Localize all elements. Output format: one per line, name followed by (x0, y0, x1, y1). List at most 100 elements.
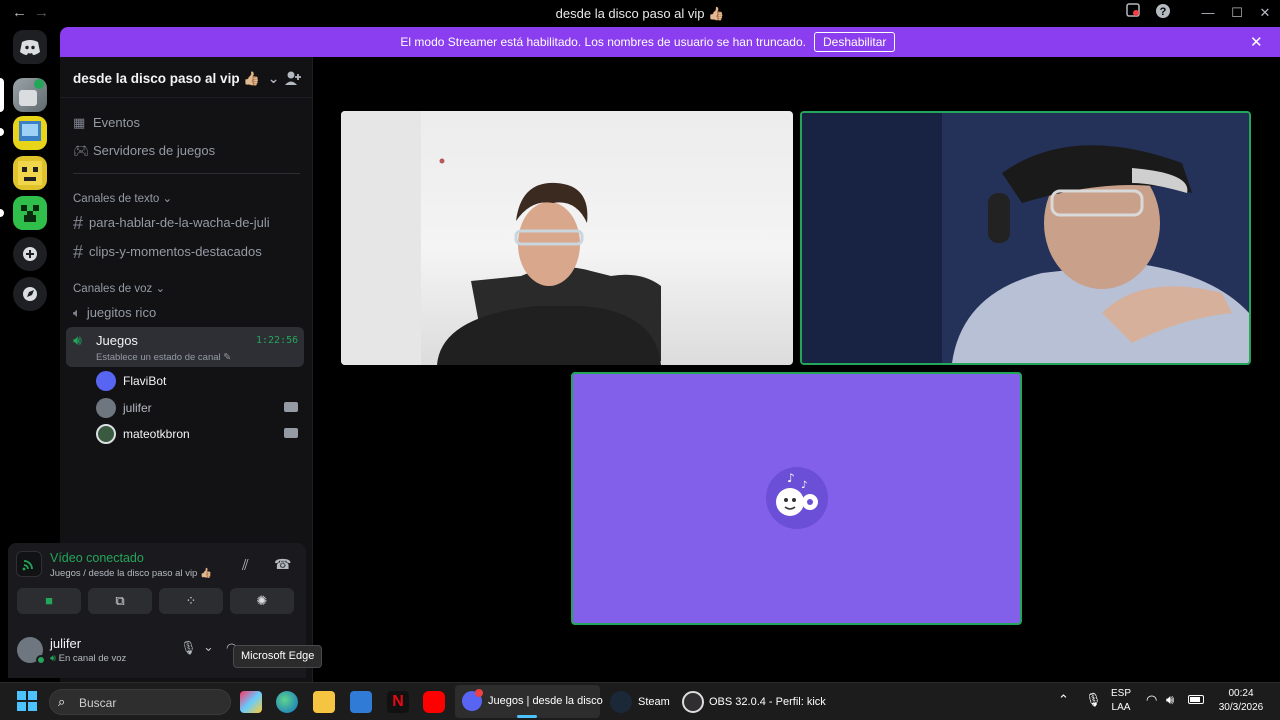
channel-label: clips-y-momentos-destacados (89, 244, 262, 259)
user-status: 🔊︎ En canal de voz (50, 653, 126, 664)
divider (73, 173, 300, 174)
disconnect-icon[interactable]: ☎︎ (274, 556, 291, 573)
voice-status[interactable]: Vídeo conectado (50, 551, 144, 565)
youtube-icon[interactable] (423, 691, 445, 713)
unread-indicator (0, 128, 4, 136)
voice-channel[interactable]: 🔈︎ juegitos rico (73, 305, 156, 321)
close-button[interactable]: ✕ (1253, 3, 1277, 23)
activities-button[interactable]: ⁘ (159, 588, 223, 614)
maximize-button[interactable]: ☐ (1225, 3, 1249, 23)
help-icon[interactable]: ? (1151, 3, 1175, 23)
game-servers-label: Servidores de juegos (93, 143, 216, 158)
hash-icon: # (73, 242, 84, 262)
unread-indicator (0, 209, 4, 217)
channel-label: para-hablar-de-la-wacha-de-juli (89, 215, 270, 230)
bot-avatar-icon: ♪ ♪ (765, 466, 829, 530)
obs-icon[interactable] (682, 691, 704, 713)
server-name[interactable]: desde la disco paso al vip 👍🏼 ⌄ (73, 71, 279, 87)
invite-icon[interactable] (284, 69, 302, 92)
text-channel[interactable]: # para-hablar-de-la-wacha-de-juli (73, 213, 270, 234)
chevron-down-icon[interactable]: ⌄ (203, 639, 214, 655)
soundboard-button[interactable]: ✺ (230, 588, 294, 614)
steam-icon[interactable] (610, 691, 632, 713)
bot-tile[interactable]: ♪ ♪ (571, 372, 1022, 625)
text-channel[interactable]: # clips-y-momentos-destacados (73, 242, 262, 263)
server-icon-creeper[interactable] (13, 196, 47, 230)
window-title: desde la disco paso al vip 👍🏼 (555, 6, 725, 21)
speaker-icon: 🔊︎ (50, 653, 56, 664)
edge-icon[interactable] (276, 691, 298, 713)
screen-share-button[interactable]: ⧉ (88, 588, 152, 614)
member-name: julifer (123, 401, 152, 415)
calendar-icon: ▦ (73, 115, 86, 130)
inbox-icon[interactable] (1121, 3, 1145, 23)
battery-icon[interactable] (1188, 695, 1204, 704)
gamepad-icon: 🎮︎ (73, 143, 90, 158)
active-indicator (517, 715, 537, 718)
video-tile-speaking[interactable] (800, 111, 1251, 365)
search-icon: ⌕ (58, 694, 66, 709)
game-servers-item[interactable]: 🎮︎ Servidores de juegos (73, 143, 215, 159)
camera-icon (284, 428, 298, 438)
signal-icon[interactable] (16, 551, 42, 577)
clock[interactable]: 00:24 30/3/2026 (1212, 687, 1270, 715)
chevron-up-icon[interactable]: ⌃ (1058, 692, 1069, 708)
avatar (96, 371, 116, 391)
chevron-down-icon: ⌄ (155, 283, 166, 295)
active-server-indicator (0, 78, 4, 112)
search-placeholder: Buscar (79, 696, 117, 710)
camera-button[interactable]: ■ (17, 588, 81, 614)
member-name: FlaviBot (123, 374, 167, 388)
obs-task-label[interactable]: OBS 32.0.4 - Perfil: kick (709, 691, 826, 713)
discord-home-icon[interactable] (13, 30, 47, 64)
set-status-link[interactable]: Establece un estado de canal ✎ (96, 352, 231, 363)
channel-label: juegitos rico (86, 305, 157, 320)
language-indicator[interactable]: ESP LAA (1111, 687, 1131, 715)
voice-member[interactable]: mateotkbron (96, 423, 300, 445)
copilot-icon[interactable] (240, 691, 262, 713)
user-name: julifer (50, 636, 82, 651)
online-status-badge (36, 655, 46, 665)
server-name-label: desde la disco paso al vip 👍🏼 (73, 71, 261, 86)
netflix-icon[interactable]: N (387, 691, 409, 713)
volume-icon[interactable]: 🔊︎ (1166, 692, 1174, 708)
voice-location[interactable]: Juegos / desde la disco paso al vip 👍🏼 (50, 568, 212, 579)
taskbar: ⌕ Buscar N Juegos | desde la disco Steam… (0, 682, 1280, 720)
store-icon[interactable] (350, 691, 372, 713)
disable-streamer-button[interactable]: Deshabilitar (814, 32, 896, 52)
wifi-icon[interactable]: ◠ (1146, 692, 1157, 708)
chevron-down-icon: ⌄ (162, 193, 173, 205)
noise-suppression-icon[interactable]: ⫽ (242, 557, 249, 574)
language-label: ESP (1111, 688, 1132, 699)
avatar (96, 424, 116, 444)
minimize-button[interactable]: — (1196, 3, 1220, 23)
time-label: 00:24 (1228, 688, 1254, 699)
voice-category[interactable]: Canales de voz ⌄ (73, 281, 165, 295)
file-explorer-icon[interactable] (313, 691, 335, 713)
member-name: mateotkbron (123, 427, 190, 441)
discord-task-item[interactable]: Juegos | desde la disco (455, 685, 603, 718)
add-server-icon[interactable] (13, 237, 47, 271)
svg-text:♪: ♪ (801, 480, 807, 491)
search-input[interactable]: ⌕ Buscar (49, 689, 231, 715)
windows-start-icon[interactable] (16, 690, 38, 712)
voice-category-label: Canales de voz (73, 283, 153, 295)
discover-icon[interactable] (13, 277, 47, 311)
events-item[interactable]: ▦ Eventos (73, 115, 140, 131)
voice-member[interactable]: julifer (96, 397, 300, 419)
avatar (96, 398, 116, 418)
video-tile[interactable] (341, 111, 793, 365)
server-icon-current[interactable] (13, 78, 47, 112)
steam-task-label[interactable]: Steam (638, 691, 670, 713)
server-icon-face[interactable] (13, 156, 47, 190)
microphone-icon[interactable]: 🎙︎ (1085, 692, 1102, 708)
banner-close-icon[interactable]: ✕ (1250, 33, 1263, 51)
microphone-icon[interactable]: 🎙︎ (180, 640, 197, 656)
hash-icon: # (73, 213, 84, 233)
text-category[interactable]: Canales de texto ⌄ (73, 191, 172, 205)
banner-text: El modo Streamer está habilitado. Los no… (400, 35, 806, 49)
text-category-label: Canales de texto (73, 193, 160, 205)
active-voice-channel[interactable]: 🔊︎ Juegos 1:22:56 Establece un estado de… (66, 327, 304, 367)
discord-task-label: Juegos | desde la disco (488, 695, 603, 707)
server-icon-yellow[interactable] (13, 116, 47, 150)
